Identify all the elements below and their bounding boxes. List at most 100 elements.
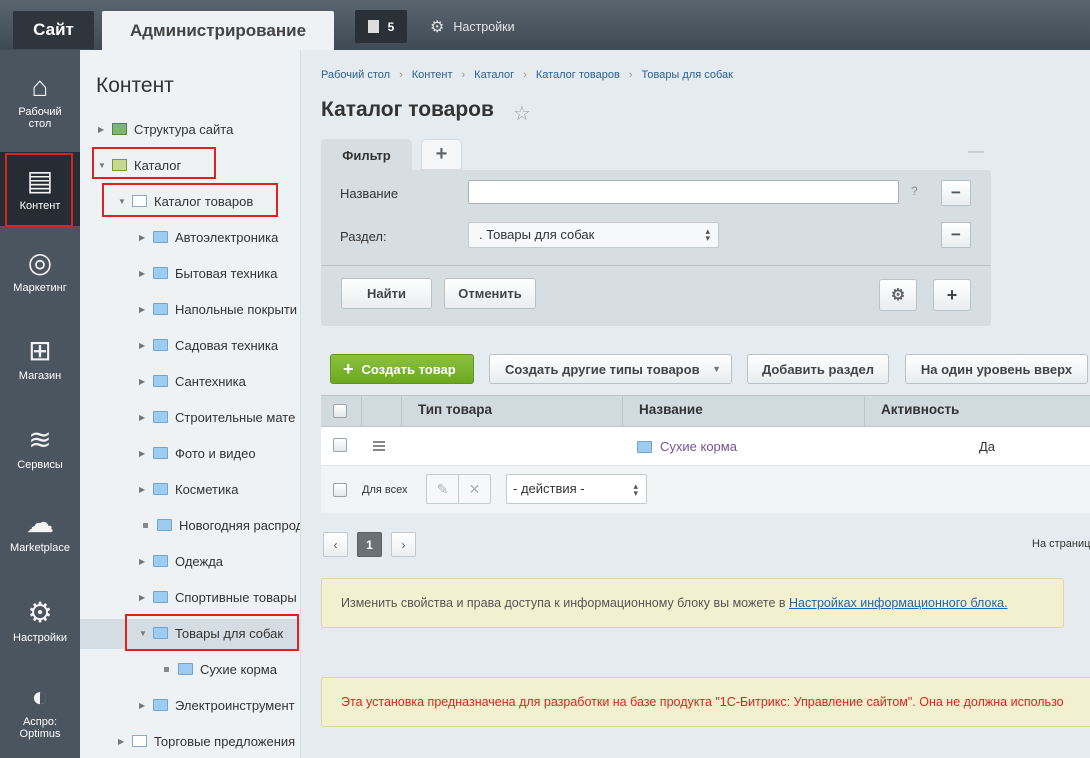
- tree-item[interactable]: ▶ Строительные мате: [139, 407, 295, 427]
- iblock-settings-link[interactable]: Настройках информационного блока.: [789, 596, 1008, 610]
- actions-select[interactable]: - действия - ▴ ▾: [506, 474, 647, 504]
- tree-item-label: Фото и видео: [175, 445, 256, 461]
- expand-arrow-icon[interactable]: ▶: [139, 593, 153, 602]
- nav-shop[interactable]: ⊞ Магазин: [0, 336, 80, 383]
- next-page-button[interactable]: ›: [391, 532, 416, 557]
- tree-item[interactable]: ▶ Автоэлектроника: [139, 227, 278, 247]
- expand-arrow-icon[interactable]: ▶: [139, 485, 153, 494]
- filter-panel: Название ? − Раздел: . Товары для собак …: [321, 170, 991, 326]
- remove-section-field-button[interactable]: −: [941, 222, 971, 248]
- tree-item[interactable]: ▶ Фото и видео: [139, 443, 256, 463]
- row-menu-icon[interactable]: [373, 441, 385, 451]
- find-button[interactable]: Найти: [341, 278, 432, 309]
- cancel-button[interactable]: Отменить: [444, 278, 536, 309]
- tree-item-selected[interactable]: ▼ Товары для собак: [139, 623, 283, 643]
- expand-arrow-icon[interactable]: ▶: [139, 557, 153, 566]
- create-product-button[interactable]: + Создать товар: [330, 354, 474, 384]
- minimize-filter-icon[interactable]: —: [968, 143, 984, 161]
- tree-item[interactable]: ▼ Каталог: [98, 155, 181, 175]
- breadcrumb-item[interactable]: Каталог товаров: [536, 69, 620, 81]
- up-level-button[interactable]: На один уровень вверх: [905, 354, 1088, 384]
- tab-filter[interactable]: Фильтр: [321, 139, 412, 172]
- tree-item[interactable]: ▶ Бытовая техника: [139, 263, 277, 283]
- page-number-current[interactable]: 1: [357, 532, 382, 557]
- tree-item[interactable]: ▶ Одежда: [139, 551, 223, 571]
- top-bar: Сайт Администрирование 5 ⚙ Настройки: [0, 0, 1090, 50]
- edit-pencil-icon[interactable]: ✎: [427, 475, 459, 503]
- home-icon: ⌂: [31, 71, 49, 102]
- name-input[interactable]: [468, 180, 899, 204]
- add-filter-field-button[interactable]: +: [933, 279, 971, 311]
- notifications-button[interactable]: 5: [355, 10, 407, 43]
- expand-arrow-icon[interactable]: ▶: [139, 413, 153, 422]
- row-name-link[interactable]: Сухие корма: [660, 439, 737, 454]
- nav-aspro[interactable]: ◐ Аспро: Optimus: [0, 682, 80, 741]
- for-all-label: Для всех: [362, 484, 408, 496]
- column-header-activity[interactable]: Активность: [881, 402, 959, 417]
- column-header-type[interactable]: Тип товара: [418, 402, 492, 417]
- collapse-arrow-icon[interactable]: ▼: [98, 161, 112, 170]
- filter-divider: [321, 265, 991, 266]
- tree-item[interactable]: ▼ Каталог товаров: [118, 191, 253, 211]
- collapse-arrow-icon[interactable]: ▼: [118, 197, 132, 206]
- section-label: Раздел:: [340, 229, 387, 244]
- column-separator: [361, 396, 362, 428]
- tree-item[interactable]: ▶ Напольные покрыти: [139, 299, 297, 319]
- column-header-name[interactable]: Название: [639, 402, 703, 417]
- expand-arrow-icon[interactable]: ▶: [139, 269, 153, 278]
- select-all-checkbox[interactable]: [333, 404, 347, 418]
- remove-name-field-button[interactable]: −: [941, 180, 971, 206]
- tree-item-label: Строительные мате: [175, 409, 296, 425]
- info-notice-text: Изменить свойства и права доступа к инфо…: [341, 596, 790, 610]
- settings-link[interactable]: ⚙ Настройки: [430, 16, 515, 38]
- expand-arrow-icon[interactable]: ▶: [118, 737, 132, 746]
- help-icon[interactable]: ?: [911, 184, 918, 198]
- expand-arrow-icon[interactable]: ▶: [139, 449, 153, 458]
- tree-item[interactable]: ▶ Электроинструмент: [139, 695, 295, 715]
- star-icon[interactable]: ☆: [513, 101, 531, 126]
- tab-administration[interactable]: Администрирование: [102, 11, 334, 50]
- settings-label: Настройки: [453, 20, 515, 34]
- tree-item[interactable]: Новогодняя распрод: [141, 515, 300, 535]
- tree-item[interactable]: ▶ Садовая техника: [139, 335, 278, 355]
- expand-arrow-icon[interactable]: ▶: [139, 701, 153, 710]
- chevron-right-icon: ›: [401, 537, 406, 552]
- add-filter-tab-button[interactable]: +: [421, 139, 462, 170]
- tree-item[interactable]: ▶ Сантехника: [139, 371, 246, 391]
- breadcrumb-item[interactable]: Каталог: [474, 69, 514, 81]
- row-checkbox[interactable]: [333, 438, 347, 452]
- nav-settings[interactable]: ⚙ Настройки: [0, 598, 80, 645]
- target-icon: ◎: [27, 247, 53, 278]
- tree-item[interactable]: Сухие корма: [162, 659, 277, 679]
- expand-arrow-icon[interactable]: ▶: [139, 341, 153, 350]
- collapse-arrow-icon[interactable]: ▼: [139, 629, 153, 638]
- nav-desktop[interactable]: ⌂ Рабочий стол: [0, 71, 80, 131]
- expand-arrow-icon[interactable]: ▶: [98, 125, 112, 134]
- filter-settings-button[interactable]: ⚙: [879, 279, 917, 311]
- breadcrumb-item[interactable]: Контент: [412, 69, 453, 81]
- nav-marketplace[interactable]: ☁ Marketplace: [0, 507, 80, 555]
- expand-arrow-icon[interactable]: ▶: [139, 233, 153, 242]
- nav-content[interactable]: ▤ Контент: [0, 152, 80, 226]
- delete-x-icon[interactable]: ✕: [459, 475, 490, 503]
- breadcrumb-item[interactable]: Товары для собак: [642, 69, 733, 81]
- nav-marketing[interactable]: ◎ Маркетинг: [0, 247, 80, 295]
- for-all-checkbox[interactable]: [333, 483, 347, 497]
- tree-item[interactable]: ▶ Торговые предложения: [118, 731, 295, 751]
- nav-services[interactable]: ≋ Сервисы: [0, 425, 80, 472]
- nav-aspro-label: Аспро: Optimus: [19, 716, 61, 740]
- tab-site[interactable]: Сайт: [13, 11, 94, 49]
- cloud-download-icon: ☁: [26, 507, 54, 538]
- expand-arrow-icon[interactable]: ▶: [139, 305, 153, 314]
- breadcrumb-item[interactable]: Рабочий стол: [321, 69, 390, 81]
- notification-icon: [367, 20, 379, 33]
- tree-item[interactable]: ▶ Косметика: [139, 479, 238, 499]
- expand-arrow-icon[interactable]: ▶: [139, 377, 153, 386]
- add-section-button[interactable]: Добавить раздел: [747, 354, 889, 384]
- tree-item[interactable]: ▶ Структура сайта: [98, 119, 233, 139]
- section-select[interactable]: . Товары для собак ▴ ▾: [468, 222, 719, 248]
- table-row[interactable]: Сухие корма Да: [321, 427, 1090, 466]
- tree-item[interactable]: ▶ Спортивные товары: [139, 587, 297, 607]
- prev-page-button[interactable]: ‹: [323, 532, 348, 557]
- create-other-types-button[interactable]: Создать другие типы товаров ▼: [489, 354, 732, 384]
